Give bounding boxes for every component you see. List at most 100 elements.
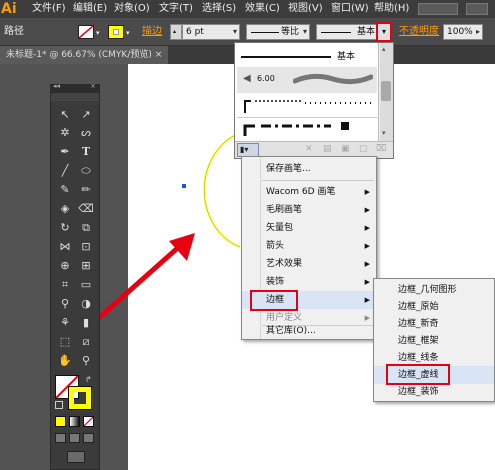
menu-item-vector-packs[interactable]: 矢量包 ▶: [242, 219, 376, 237]
menu-window[interactable]: 窗口(W): [331, 0, 369, 18]
menu-select[interactable]: 选择(S): [202, 0, 236, 18]
highlight-box: [250, 290, 298, 311]
artboard-tool-icon[interactable]: ⬚: [56, 334, 74, 350]
stroke-swatch[interactable]: [108, 25, 124, 39]
options-icon[interactable]: ▤: [323, 144, 332, 154]
draw-normal-icon[interactable]: [55, 433, 66, 443]
brush-row-basic[interactable]: 基本: [237, 47, 377, 67]
submenu-item-frames[interactable]: 边框_框架: [374, 332, 494, 350]
gradient-tool-icon[interactable]: ▭: [77, 277, 95, 293]
scroll-down-icon[interactable]: ▾: [382, 129, 386, 137]
remove-stroke-icon[interactable]: ✕: [305, 144, 313, 154]
brush-definition[interactable]: 基本: [316, 24, 380, 40]
opacity-label[interactable]: 不透明度: [399, 18, 439, 46]
anchor-point[interactable]: [182, 184, 186, 188]
scrollbar-thumb[interactable]: [381, 81, 391, 101]
menu-item-artistic[interactable]: 艺术效果 ▶: [242, 255, 376, 273]
mesh-tool-icon[interactable]: ⌗: [56, 277, 74, 293]
opacity-field[interactable]: 100% ▸: [443, 24, 483, 40]
menu-edit[interactable]: 编辑(E): [73, 0, 107, 18]
brush-row-charcoal[interactable]: ◀ 6.00: [237, 67, 377, 93]
eraser-tool-icon[interactable]: ⌫: [77, 201, 95, 217]
shape-builder-tool-icon[interactable]: ⊕: [56, 258, 74, 274]
submenu-item-primitive[interactable]: 边框_原始: [374, 298, 494, 316]
paintbrush-tool-icon[interactable]: ✎: [56, 182, 74, 198]
submenu-arrow-icon: ▶: [364, 206, 370, 214]
screen-mode-icon[interactable]: [67, 451, 85, 463]
menu-type[interactable]: 文字(T): [159, 0, 193, 18]
rotate-tool-icon[interactable]: ↻: [56, 220, 74, 236]
stroke-indicator[interactable]: [68, 386, 92, 410]
hand-tool-icon[interactable]: ✋: [56, 353, 74, 369]
brush-dropdown-button[interactable]: ▾: [376, 22, 392, 42]
free-transform-tool-icon[interactable]: ⊡: [77, 239, 95, 255]
ellipse-tool-icon[interactable]: ⬭: [77, 163, 95, 179]
pen-tool-icon[interactable]: ✒: [56, 144, 74, 160]
brush-library-menu: 保存画笔... Wacom 6D 画笔 ▶ 毛刷画笔 ▶ 矢量包 ▶ 箭头 ▶ 艺术效果…: [241, 156, 377, 340]
stroke-label[interactable]: 描边: [142, 18, 162, 46]
selection-tool-icon[interactable]: ↖: [56, 107, 74, 123]
menu-file[interactable]: 文件(F): [32, 0, 66, 18]
draw-behind-icon[interactable]: [69, 433, 80, 443]
chevron-down-icon[interactable]: ▾: [126, 29, 130, 37]
brush-row-dashed[interactable]: [237, 93, 377, 117]
chevron-down-icon[interactable]: ▾: [96, 29, 100, 37]
stroke-weight-stepper[interactable]: ▴: [170, 24, 182, 40]
blend-tool-icon[interactable]: ◑: [77, 296, 95, 312]
lasso-tool-icon[interactable]: ᔕ: [77, 125, 95, 141]
line-tool-icon[interactable]: ╱: [56, 163, 74, 179]
blob-brush-tool-icon[interactable]: ◈: [56, 201, 74, 217]
menu-item-arrows[interactable]: 箭头 ▶: [242, 237, 376, 255]
pencil-tool-icon[interactable]: ✏: [77, 182, 95, 198]
panel-grip[interactable]: [51, 93, 99, 101]
tools-panel: ◂◂ × ↖ ↗ ✲ ᔕ ✒ T ╱ ⬭ ✎ ✏ ◈ ⌫ ↻ ⧉ ⋈ ⊡ ⊕ ⊞…: [50, 82, 100, 470]
menu-item-bristle[interactable]: 毛刷画笔 ▶: [242, 201, 376, 219]
brush-list-scrollbar[interactable]: ▴ ▾: [380, 43, 393, 141]
draw-inside-icon[interactable]: [83, 433, 94, 443]
zoom-tool-icon[interactable]: ⚲: [77, 353, 95, 369]
submenu-item-decorative[interactable]: 边框_装饰: [374, 383, 494, 401]
width-tool-icon[interactable]: ⋈: [56, 239, 74, 255]
bridge-button[interactable]: [418, 3, 458, 15]
menu-help[interactable]: 帮助(H): [374, 0, 409, 18]
perspective-grid-tool-icon[interactable]: ⊞: [77, 258, 95, 274]
close-icon[interactable]: ×: [155, 50, 163, 60]
menu-item-save-brushes[interactable]: 保存画笔...: [242, 160, 376, 178]
eyedropper-tool-icon[interactable]: ⚲: [56, 296, 74, 312]
swap-icon[interactable]: ↱: [85, 375, 92, 384]
default-colors-icon[interactable]: [55, 401, 63, 409]
direct-selection-tool-icon[interactable]: ↗: [77, 107, 95, 123]
collapse-icon[interactable]: ◂◂: [53, 82, 60, 90]
trash-icon[interactable]: ⌧: [376, 144, 386, 154]
menu-item-wacom[interactable]: Wacom 6D 画笔 ▶: [242, 183, 376, 201]
arrange-button[interactable]: [466, 3, 488, 15]
symbol-sprayer-tool-icon[interactable]: ⚘: [56, 315, 74, 331]
fill-swatch[interactable]: [78, 25, 94, 39]
menu-effect[interactable]: 效果(C): [245, 0, 280, 18]
menu-item-decorative[interactable]: 装饰 ▶: [242, 273, 376, 291]
tools-panel-header[interactable]: ◂◂ ×: [51, 82, 99, 93]
scale-tool-icon[interactable]: ⧉: [77, 220, 95, 236]
slice-tool-icon[interactable]: ⧄: [77, 334, 95, 350]
new-brush-icon[interactable]: ▣: [341, 144, 350, 154]
color-mode-button[interactable]: [55, 416, 66, 427]
type-tool-icon[interactable]: T: [77, 144, 95, 160]
document-tab[interactable]: 未标题-1* @ 66.67% (CMYK/预览) ×: [0, 46, 169, 64]
none-slash-icon: [79, 26, 93, 38]
brush-row-dash-dot[interactable]: [237, 117, 377, 139]
menu-object[interactable]: 对象(O): [114, 0, 150, 18]
gradient-mode-button[interactable]: [69, 416, 80, 427]
magic-wand-tool-icon[interactable]: ✲: [56, 125, 74, 141]
none-mode-button[interactable]: [83, 416, 94, 427]
submenu-item-geometric[interactable]: 边框_几何图形: [374, 281, 494, 299]
variable-width-profile[interactable]: 等比 ▾: [246, 24, 310, 40]
stroke-weight-field[interactable]: 6 pt ▾: [182, 24, 240, 40]
new-brush-icon[interactable]: ▢: [359, 144, 368, 154]
brush-library-menu-icon[interactable]: ▮▾: [237, 143, 259, 157]
scroll-up-icon[interactable]: ▴: [382, 45, 386, 53]
submenu-item-novelty[interactable]: 边框_新奇: [374, 315, 494, 333]
close-icon[interactable]: ×: [90, 82, 96, 90]
column-graph-tool-icon[interactable]: ▮: [77, 315, 95, 331]
menu-view[interactable]: 视图(V): [288, 0, 323, 18]
menu-item-other-library[interactable]: 其它库(O)...: [242, 322, 376, 340]
